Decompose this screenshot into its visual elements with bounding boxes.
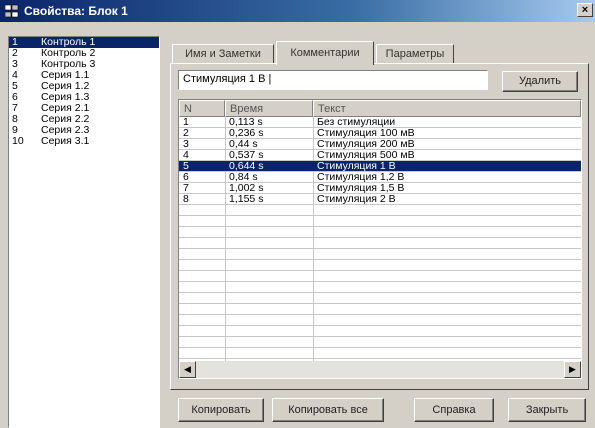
table-cell-text: Стимуляция 2 В xyxy=(317,193,396,205)
empty-table-row xyxy=(179,304,581,315)
block-properties-icon xyxy=(5,4,19,18)
close-window-button[interactable]: × xyxy=(577,3,593,17)
close-button[interactable]: Закрыть xyxy=(508,398,586,422)
arrow-right-icon: ▶ xyxy=(569,364,576,374)
empty-table-row xyxy=(179,282,581,293)
tab-name-notes[interactable]: Имя и Заметки xyxy=(172,44,274,64)
help-button[interactable]: Справка xyxy=(414,398,494,422)
empty-table-row xyxy=(179,227,581,238)
column-header-text[interactable]: Текст xyxy=(313,100,581,117)
tab-label: Комментарии xyxy=(290,47,360,59)
empty-table-row xyxy=(179,348,581,359)
table-cell-text: Стимуляция 1,2 В xyxy=(317,171,405,183)
table-cell-n: 1 xyxy=(183,116,189,128)
header-label: N xyxy=(184,103,192,115)
series-number: 10 xyxy=(12,135,24,147)
table-cell-text: Стимуляция 1,5 В xyxy=(317,182,405,194)
empty-table-row xyxy=(179,293,581,304)
button-label: Копировать все xyxy=(288,404,368,416)
title-bar[interactable]: Свойства: Блок 1 × xyxy=(0,0,595,22)
empty-table-row xyxy=(179,205,581,216)
tab-label: Имя и Заметки xyxy=(185,48,261,60)
arrow-left-icon: ◀ xyxy=(184,364,191,374)
table-cell-time: 0,236 s xyxy=(229,127,264,139)
window-title: Свойства: Блок 1 xyxy=(24,4,128,18)
table-cell-time: 0,84 s xyxy=(229,171,258,183)
series-list-item[interactable]: 10 Серия 3.1 xyxy=(9,136,159,147)
table-cell-text: Стимуляция 500 мВ xyxy=(317,149,415,161)
table-cell-n: 7 xyxy=(183,182,189,194)
copy-button[interactable]: Копировать xyxy=(178,398,264,422)
table-cell-text: Стимуляция 200 мВ xyxy=(317,138,415,150)
scroll-right-button[interactable]: ▶ xyxy=(564,361,581,378)
scroll-left-button[interactable]: ◀ xyxy=(179,361,196,378)
table-cell-time: 0,644 s xyxy=(229,160,264,172)
empty-table-row xyxy=(179,249,581,260)
empty-table-row xyxy=(179,315,581,326)
comment-input[interactable]: Стимуляция 1 В | xyxy=(178,70,488,90)
horizontal-scrollbar[interactable]: ◀ ▶ xyxy=(179,361,581,378)
table-cell-time: 0,44 s xyxy=(229,138,258,150)
empty-table-row xyxy=(179,260,581,271)
table-cell-time: 0,113 s xyxy=(229,116,263,128)
empty-table-row xyxy=(179,216,581,227)
series-list[interactable]: 1 Контроль 1 2 Контроль 2 3 Контроль 3 4 Серия … xyxy=(8,36,160,428)
copy-all-button[interactable]: Копировать все xyxy=(272,398,384,422)
empty-table-row xyxy=(179,238,581,249)
empty-table-row xyxy=(179,271,581,282)
table-cell-n: 8 xyxy=(183,193,189,205)
properties-dialog: Свойства: Блок 1 × 1 Контроль 1 2 Контроль … xyxy=(0,0,595,428)
delete-button[interactable]: Удалить xyxy=(502,71,578,92)
column-header-n[interactable]: N xyxy=(179,100,225,117)
tab-parameters[interactable]: Параметры xyxy=(376,44,454,64)
button-label: Удалить xyxy=(519,75,561,87)
button-label: Копировать xyxy=(191,404,251,416)
table-cell-text: Стимуляция 100 мВ xyxy=(317,127,415,139)
tab-label: Параметры xyxy=(385,48,445,60)
header-label: Время xyxy=(230,103,264,115)
table-cell-time: 0,537 s xyxy=(229,149,264,161)
table-row[interactable]: 8 1,155 s Стимуляция 2 В xyxy=(179,194,581,205)
header-label: Текст xyxy=(318,103,346,115)
table-cell-text: Стимуляция 1 В xyxy=(317,160,396,172)
column-header-time[interactable]: Время xyxy=(225,100,313,117)
table-cell-n: 3 xyxy=(183,138,189,150)
table-cell-n: 6 xyxy=(183,171,189,183)
table-cell-n: 2 xyxy=(183,127,189,139)
empty-table-row xyxy=(179,326,581,337)
tab-comments[interactable]: Комментарии xyxy=(276,41,374,65)
table-cell-n: 5 xyxy=(183,160,189,172)
table-cell-time: 1,155 s xyxy=(229,193,264,205)
series-label: Серия 3.1 xyxy=(41,135,90,147)
close-icon: × xyxy=(581,4,589,16)
empty-table-row xyxy=(179,337,581,348)
table-cell-time: 1,002 s xyxy=(229,182,264,194)
button-label: Справка xyxy=(432,404,476,416)
button-label: Закрыть xyxy=(525,404,569,416)
comments-table[interactable]: N Время Текст 1 0,113 s Без стимуляции 2 0,2… xyxy=(178,99,582,379)
table-cell-text: Без стимуляции xyxy=(317,116,396,128)
table-cell-n: 4 xyxy=(183,149,189,161)
